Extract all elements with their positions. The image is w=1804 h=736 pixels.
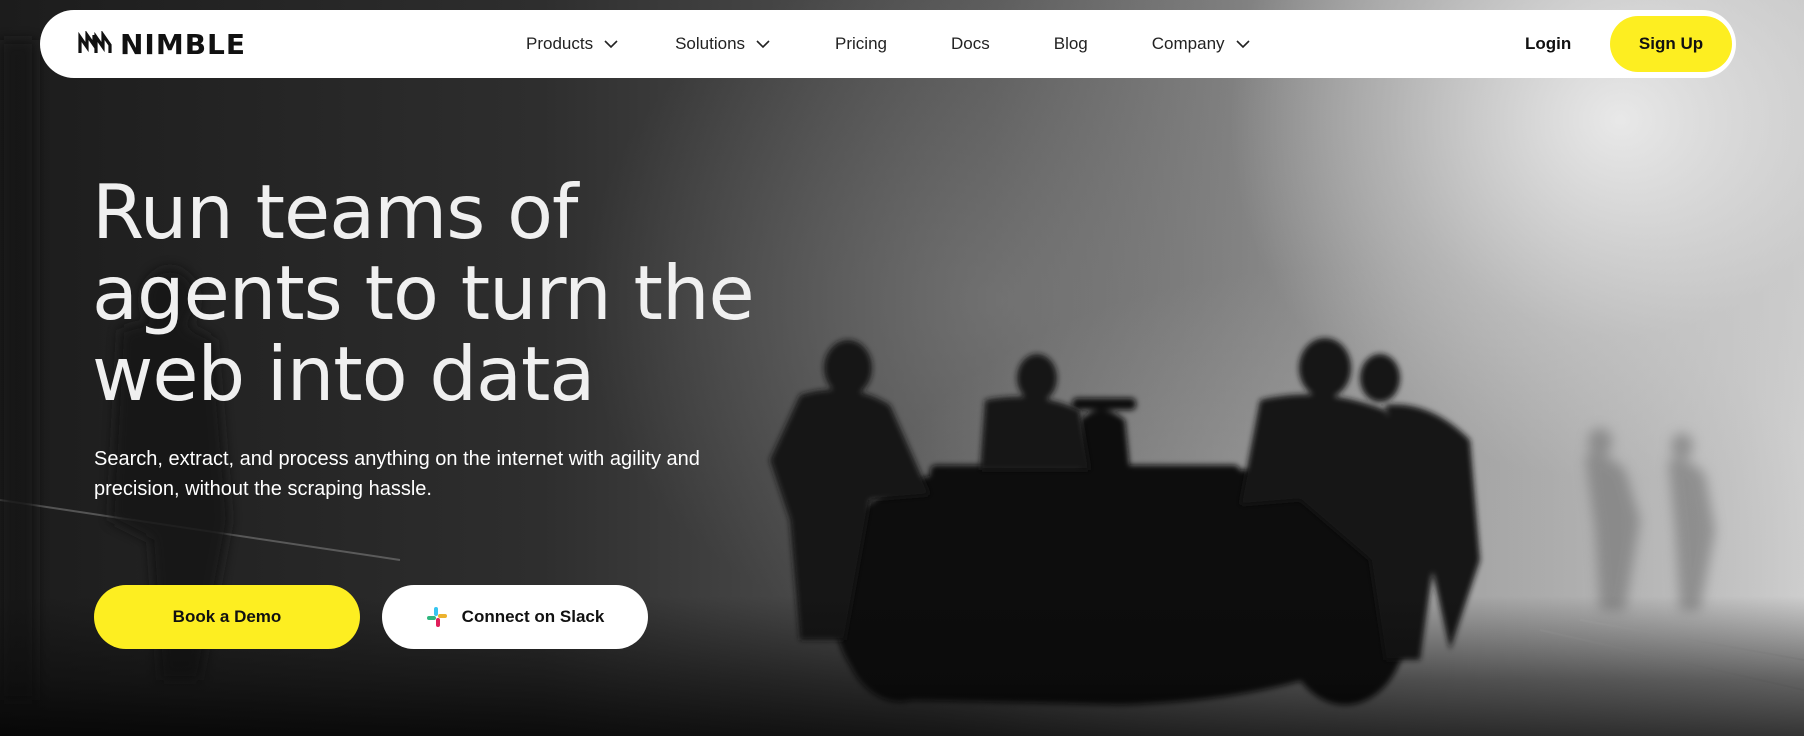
chevron-down-icon (604, 40, 618, 49)
book-demo-label: Book a Demo (172, 607, 282, 626)
nav-item-label: Pricing (835, 34, 887, 53)
chevron-down-icon (1235, 40, 1250, 49)
nav-item-pricing[interactable]: Pricing (835, 34, 887, 54)
connect-slack-label: Connect on Slack (461, 607, 605, 626)
nav-item-docs[interactable]: Docs (951, 34, 990, 54)
nav-item-label: Solutions (675, 34, 746, 53)
nav-item-products[interactable]: Products (526, 34, 619, 54)
nav-item-label: Products (526, 34, 594, 53)
hero-section: NIMBLE Products Solutions Pricing Docs B… (0, 0, 1804, 736)
nav-item-solutions[interactable]: Solutions (675, 34, 771, 54)
nav-item-blog[interactable]: Blog (1054, 34, 1088, 54)
chevron-down-icon (756, 40, 770, 49)
signup-button[interactable]: Sign Up (1610, 16, 1732, 72)
hero-headline: Run teams of agents to turn the web into… (92, 168, 755, 418)
nav-item-label: Docs (951, 34, 990, 53)
connect-slack-button[interactable]: Connect on Slack (382, 585, 648, 649)
nimble-logo-icon (78, 31, 112, 53)
nav-item-company[interactable]: Company (1152, 34, 1251, 54)
brand-name: NIMBLE (120, 27, 247, 61)
top-navbar: NIMBLE Products Solutions Pricing Docs B… (40, 10, 1736, 78)
login-link[interactable]: Login (1525, 10, 1571, 78)
brand-logo[interactable]: NIMBLE (78, 27, 247, 61)
nav-links: Products Solutions Pricing Docs Blog Com… (526, 10, 1251, 78)
nav-item-label: Company (1151, 34, 1225, 53)
slack-icon (426, 607, 447, 627)
hero-subheadline: Search, extract, and process anything on… (94, 448, 700, 500)
book-demo-button[interactable]: Book a Demo (94, 585, 360, 649)
nav-item-label: Blog (1053, 34, 1088, 53)
